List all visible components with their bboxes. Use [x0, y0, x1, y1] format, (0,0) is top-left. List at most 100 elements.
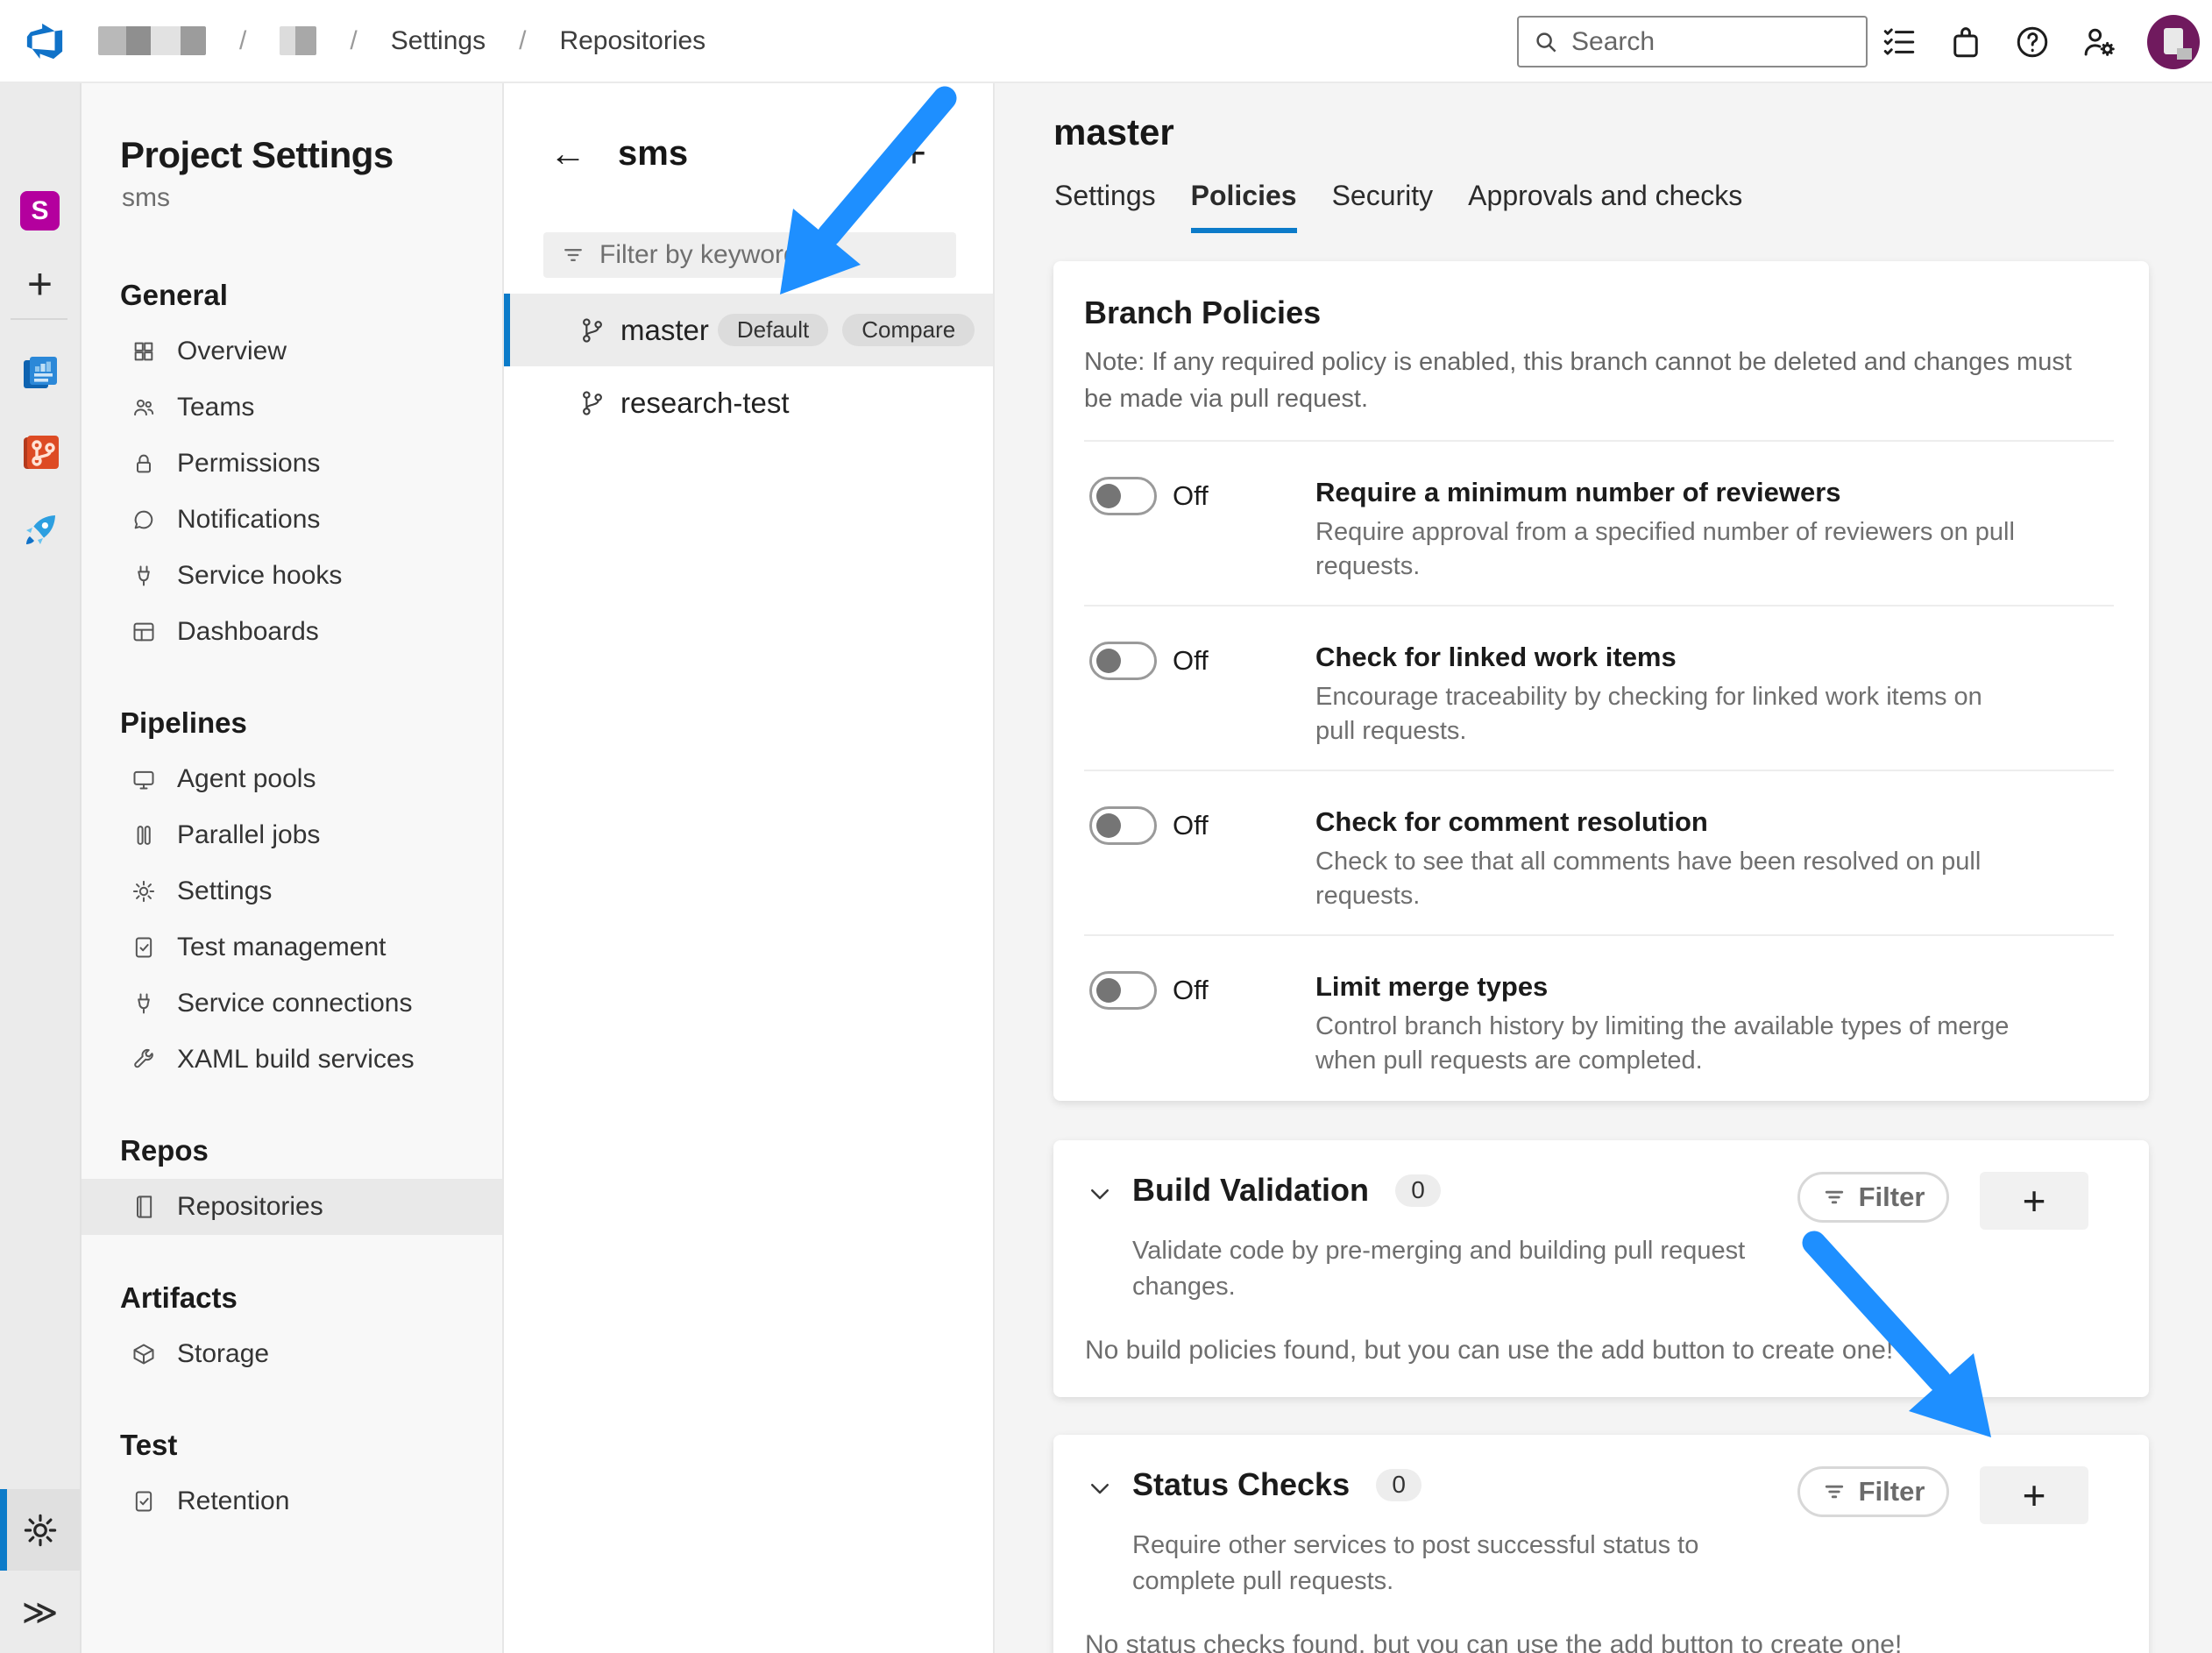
chevron-down-icon[interactable] — [1087, 1172, 1132, 1211]
policy-description: Control branch history by limiting the a… — [1315, 1010, 2017, 1077]
branch-icon — [578, 389, 606, 417]
tab-bar: Settings Policies Security Approvals and… — [1054, 180, 2212, 233]
filter-button[interactable]: Filter — [1797, 1466, 1949, 1517]
toggle-linked-work-items[interactable] — [1089, 642, 1157, 680]
toggle-knob — [1096, 813, 1121, 838]
user-settings-icon[interactable] — [2081, 24, 2117, 60]
sidebar-item-repositories[interactable]: Repositories — [82, 1179, 502, 1235]
breadcrumb-project-redacted[interactable] — [280, 26, 316, 55]
back-arrow-icon[interactable]: ← — [549, 132, 586, 174]
avatar[interactable] — [2147, 15, 2200, 69]
branch-row-master[interactable]: master Default Compare — [504, 294, 993, 366]
toggle-comment-resolution[interactable] — [1089, 806, 1157, 845]
expand-rail-button[interactable]: ≫ — [0, 1572, 80, 1653]
tab-settings[interactable]: Settings — [1054, 180, 1156, 233]
sidebar-item-permissions[interactable]: Permissions — [82, 436, 502, 492]
branch-row-research-test[interactable]: research-test — [504, 366, 993, 439]
policy-title: Limit merge types — [1315, 971, 2017, 1003]
build-validation-card: Build Validation0 Filter + Validate code… — [1053, 1140, 2149, 1397]
breadcrumb-org-redacted[interactable] — [98, 26, 206, 55]
add-branch-button[interactable]: + — [902, 130, 926, 178]
tab-approvals-and-checks[interactable]: Approvals and checks — [1468, 180, 1742, 233]
sidebar-item-service-connections[interactable]: Service connections — [82, 975, 502, 1032]
marketplace-bag-icon[interactable] — [1947, 24, 1984, 60]
sidebar-section-test: Test — [82, 1417, 502, 1473]
sidebar-item-teams[interactable]: Teams — [82, 380, 502, 436]
card-title: Status Checks — [1132, 1466, 1350, 1502]
sidebar-item-label: Storage — [177, 1339, 269, 1369]
sidebar-item-service-hooks[interactable]: Service hooks — [82, 548, 502, 604]
toggle-min-reviewers[interactable] — [1089, 477, 1157, 515]
breadcrumb-repositories[interactable]: Repositories — [559, 26, 705, 56]
count-badge: 0 — [1395, 1174, 1441, 1207]
azure-devops-logo-icon[interactable] — [25, 21, 65, 61]
sidebar-item-label: Test management — [177, 933, 386, 962]
sidebar-item-settings[interactable]: Settings — [82, 863, 502, 919]
tab-policies[interactable]: Policies — [1191, 180, 1297, 233]
card-note: Note: If any required policy is enabled,… — [1084, 344, 2092, 417]
chevron-down-icon[interactable] — [1087, 1466, 1132, 1506]
tab-security[interactable]: Security — [1332, 180, 1434, 233]
sidebar-item-agent-pools[interactable]: Agent pools — [82, 751, 502, 807]
add-status-check-button[interactable]: + — [1980, 1466, 2088, 1524]
lock-icon — [131, 451, 158, 476]
search-input[interactable] — [1570, 26, 1836, 58]
branch-icon — [578, 316, 606, 344]
add-build-policy-button[interactable]: + — [1980, 1172, 2088, 1230]
sidebar-section-pipelines: Pipelines — [82, 695, 502, 751]
help-icon[interactable] — [2014, 24, 2051, 60]
page-title: master — [1053, 111, 2212, 153]
sidebar-item-label: Teams — [177, 393, 254, 422]
sidebar-item-label: Permissions — [177, 449, 320, 479]
task-list-icon[interactable] — [1881, 24, 1918, 60]
sidebar-subtitle: sms — [122, 183, 502, 213]
card-title: Build Validation — [1132, 1172, 1369, 1208]
dashboard-icon — [131, 620, 158, 644]
sidebar-title: Project Settings — [120, 134, 502, 176]
left-rail: S + ≫ — [0, 83, 82, 1653]
filter-icon — [1822, 1185, 1847, 1210]
sidebar-item-dashboards[interactable]: Dashboards — [82, 604, 502, 660]
branch-name: master — [620, 314, 709, 347]
breadcrumb-separator: / — [519, 26, 526, 56]
breadcrumb-settings[interactable]: Settings — [391, 26, 486, 56]
policy-title: Check for comment resolution — [1315, 806, 2017, 838]
project-tile[interactable]: S — [0, 191, 80, 231]
repos-icon[interactable] — [0, 431, 80, 473]
sidebar-item-label: Retention — [177, 1486, 289, 1516]
add-project-button[interactable]: + — [0, 261, 80, 307]
project-initial: S — [20, 191, 60, 231]
search-box[interactable] — [1517, 16, 1868, 67]
sidebar-item-retention[interactable]: Retention — [82, 1473, 502, 1529]
policy-rows: Off Require a minimum number of reviewer… — [1084, 440, 2114, 1099]
compare-badge[interactable]: Compare — [842, 314, 975, 346]
sidebar-item-notifications[interactable]: Notifications — [82, 492, 502, 548]
toggle-knob — [1096, 978, 1121, 1003]
default-badge: Default — [718, 314, 828, 346]
sidebar-item-overview[interactable]: Overview — [82, 323, 502, 380]
project-settings-sidebar: Project Settings sms General Overview Te… — [82, 83, 504, 1653]
parallel-icon — [131, 823, 158, 848]
branch-filter-box[interactable]: Filter by keyword — [543, 232, 956, 278]
sidebar-item-label: Repositories — [177, 1192, 323, 1222]
filter-button[interactable]: Filter — [1797, 1172, 1949, 1223]
people-icon — [131, 395, 158, 420]
sidebar-item-label: Overview — [177, 337, 287, 366]
toggle-limit-merge-types[interactable] — [1089, 971, 1157, 1010]
repo-icon — [131, 1195, 158, 1219]
active-indicator — [0, 1489, 7, 1571]
rail-divider — [11, 318, 67, 320]
agent-icon — [131, 767, 158, 791]
sidebar-item-xaml-build-services[interactable]: XAML build services — [82, 1032, 502, 1088]
sidebar-item-test-management[interactable]: Test management — [82, 919, 502, 975]
branches-panel: ← sms + Filter by keyword master Default… — [504, 83, 995, 1653]
pipelines-icon[interactable] — [0, 509, 80, 551]
filter-placeholder: Filter by keyword — [599, 240, 798, 270]
policy-title: Check for linked work items — [1315, 642, 2017, 673]
rail-settings-active[interactable] — [0, 1489, 80, 1571]
sidebar-item-storage[interactable]: Storage — [82, 1326, 502, 1382]
retention-icon — [131, 1489, 158, 1514]
policy-title: Require a minimum number of reviewers — [1315, 477, 2017, 508]
boards-icon[interactable] — [0, 351, 80, 394]
sidebar-item-parallel-jobs[interactable]: Parallel jobs — [82, 807, 502, 863]
